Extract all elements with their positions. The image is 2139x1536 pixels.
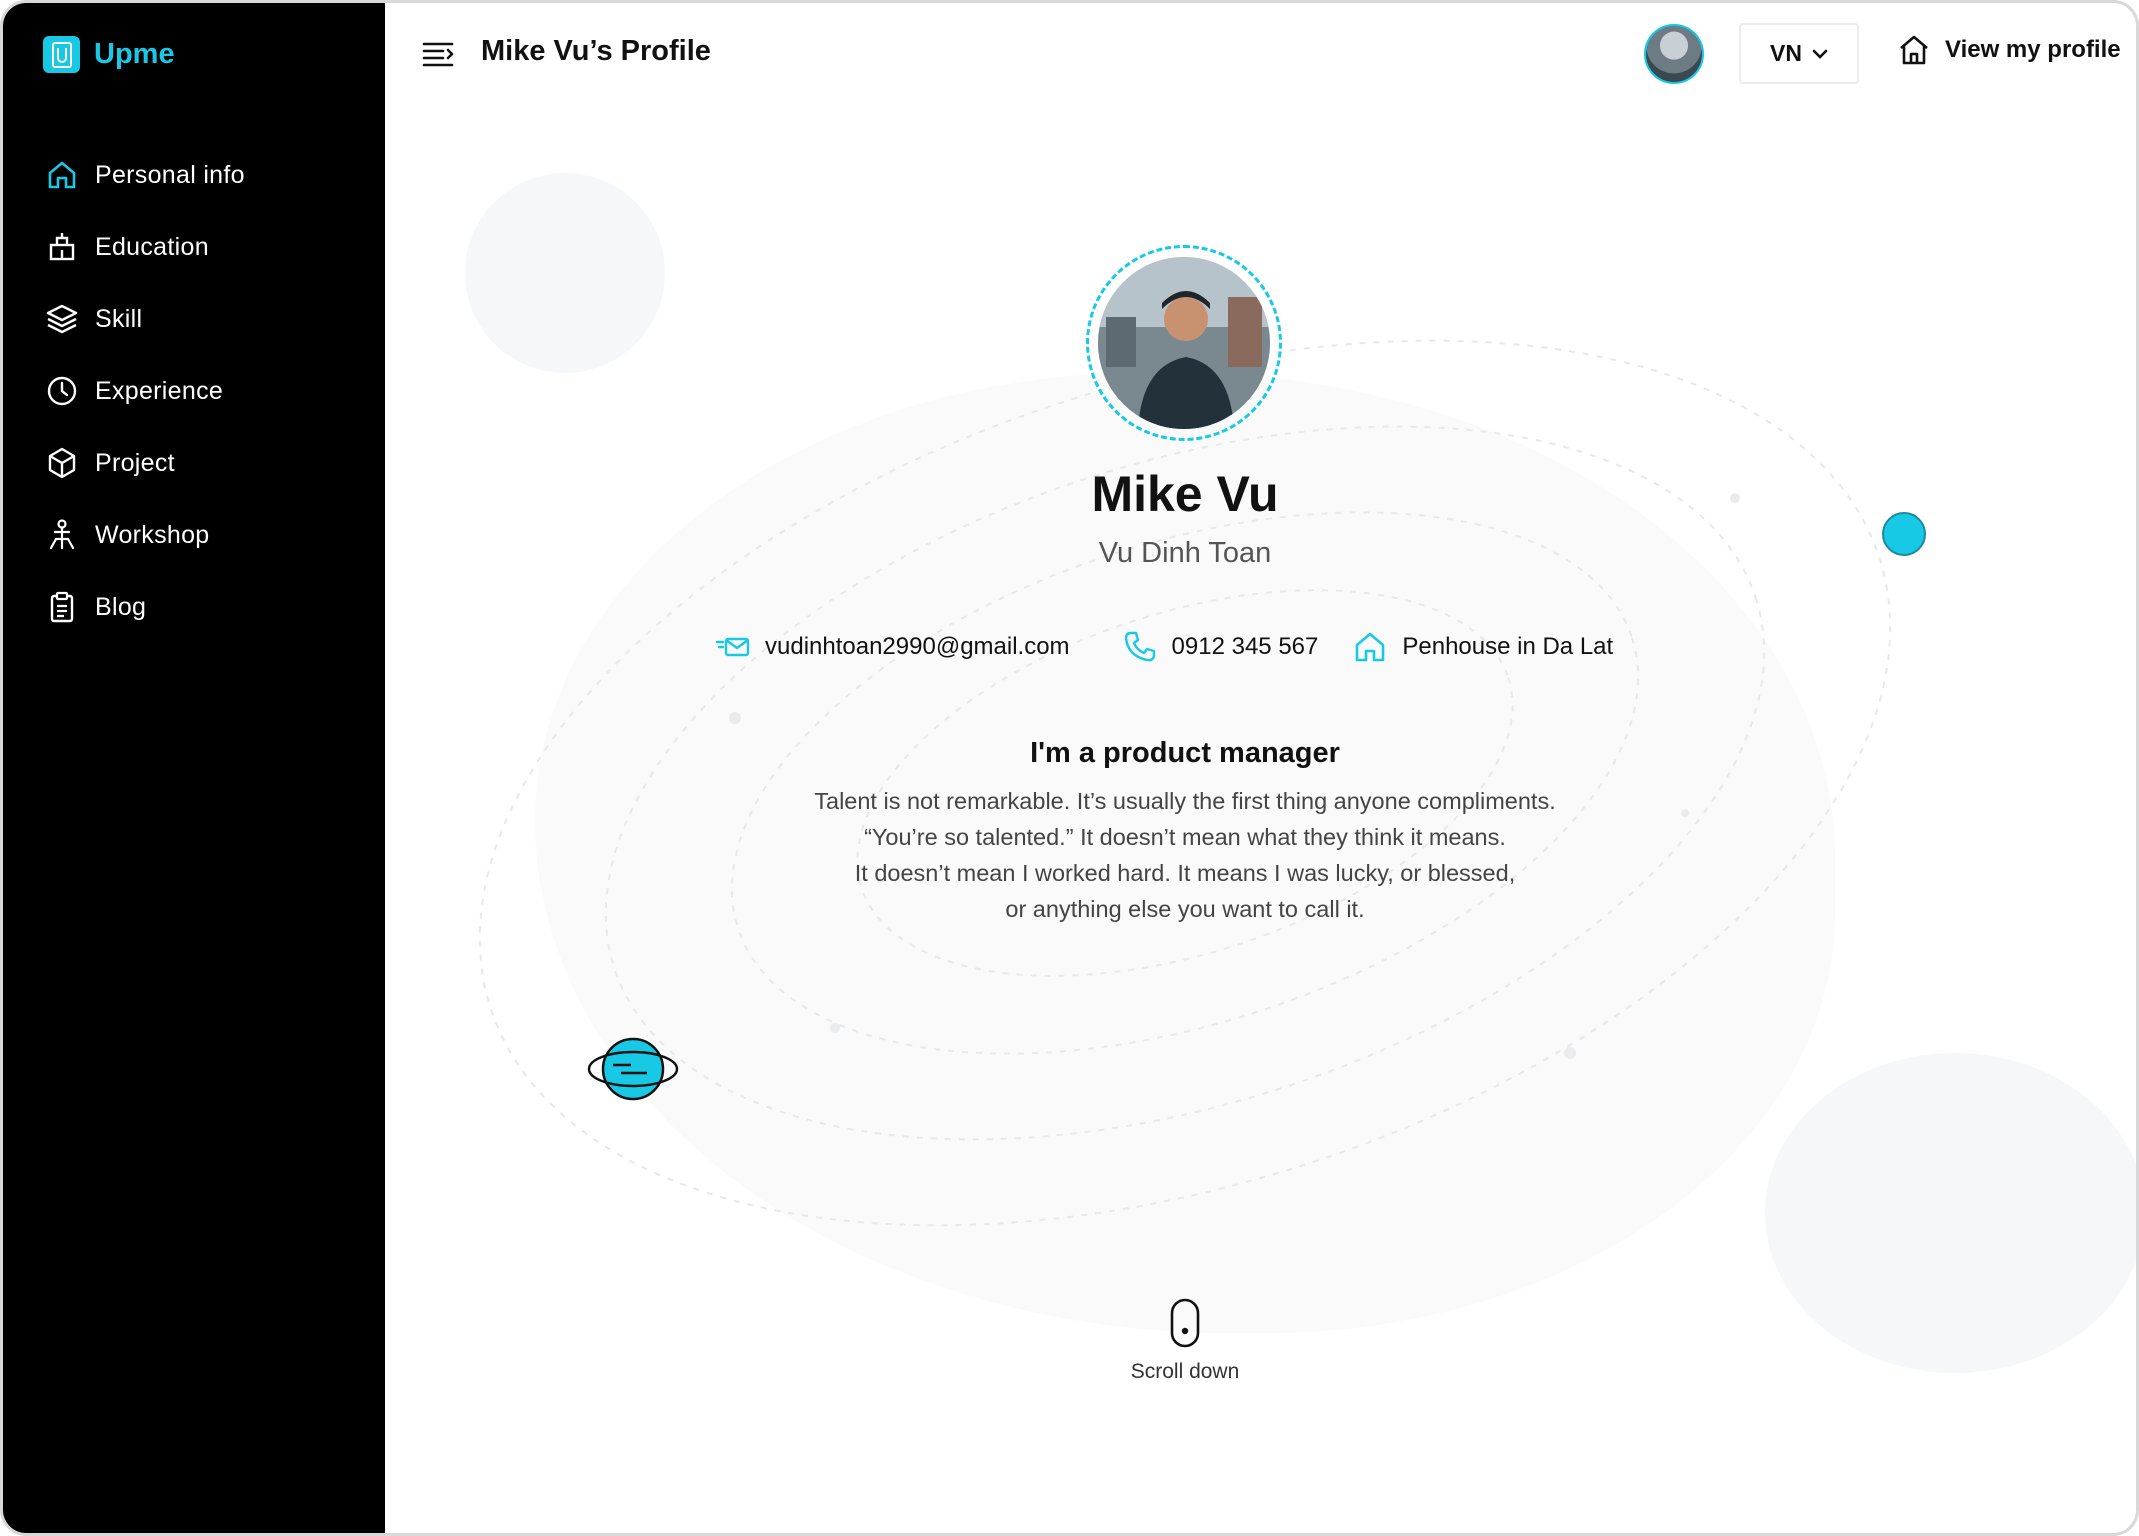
sidebar-item-personal-info[interactable]: Personal info: [45, 139, 365, 211]
profile-name: Mike Vu: [1091, 466, 1279, 522]
mouse-scroll-icon[interactable]: [1169, 1298, 1201, 1348]
view-my-profile-link[interactable]: View my profile: [1897, 33, 2121, 67]
clipboard-icon: [50, 591, 74, 623]
contact-phone[interactable]: 0912 345 567: [1122, 629, 1319, 665]
education-icon: [49, 233, 75, 261]
sidebar-item-label: Personal info: [95, 160, 245, 189]
profile-photo: [1098, 257, 1270, 429]
home-icon: [48, 161, 76, 189]
brand-name: Upme: [94, 38, 175, 70]
email-text: vudinhtoan2990@gmail.com: [765, 633, 1070, 660]
contact-email[interactable]: vudinhtoan2990@gmail.com: [715, 629, 1070, 665]
email-icon: [715, 637, 750, 657]
sidebar-item-label: Workshop: [95, 520, 210, 549]
profile-avatar[interactable]: [1086, 245, 1282, 441]
sidebar: Upme Personal info Education Skill Exper…: [3, 3, 385, 1533]
sidebar-item-label: Experience: [95, 376, 224, 405]
menu-toggle-icon[interactable]: [421, 39, 455, 67]
language-select[interactable]: VN: [1739, 23, 1859, 84]
workshop-icon: [49, 519, 75, 550]
brand-logo-icon: [43, 36, 80, 73]
sidebar-item-project[interactable]: Project: [45, 427, 365, 499]
sidebar-item-label: Skill: [95, 304, 143, 333]
page-title: Mike Vu’s Profile: [481, 35, 711, 67]
profile-hero: Mike Vu Vu Dinh Toan vudinhtoan2990@gmai…: [385, 103, 2136, 1533]
chevron-down-icon: [1812, 49, 1828, 59]
app-window: Upme Personal info Education Skill Exper…: [0, 0, 2139, 1536]
sidebar-item-workshop[interactable]: Workshop: [45, 499, 365, 571]
sidebar-item-blog[interactable]: Blog: [45, 571, 365, 643]
bio-line: “You’re so talented.” It doesn’t mean wh…: [864, 824, 1506, 850]
cube-icon: [48, 447, 76, 479]
brand[interactable]: Upme: [43, 36, 175, 73]
sidebar-item-education[interactable]: Education: [45, 211, 365, 283]
profile-headline: I'm a product manager: [1030, 737, 1340, 769]
contact-address[interactable]: Penhouse in Da Lat: [1352, 629, 1613, 665]
scroll-down-label: Scroll down: [1130, 1360, 1240, 1383]
bio-line: Talent is not remarkable. It’s usually t…: [814, 788, 1556, 814]
bio-line: It doesn’t mean I worked hard. It means …: [854, 860, 1516, 886]
user-avatar[interactable]: [1644, 24, 1704, 84]
top-header: Mike Vu’s Profile VN View my profile: [385, 3, 2136, 103]
bio-line: or anything else you want to call it.: [1005, 896, 1365, 922]
sidebar-item-experience[interactable]: Experience: [45, 355, 365, 427]
home-icon: [1900, 35, 1928, 65]
view-my-profile-label: View my profile: [1945, 36, 2121, 63]
sidebar-item-label: Education: [95, 232, 209, 261]
sidebar-item-skill[interactable]: Skill: [45, 283, 365, 355]
profile-bio: Talent is not remarkable. It’s usually t…: [685, 783, 1685, 927]
phone-icon: [1124, 631, 1155, 662]
address-text: Penhouse in Da Lat: [1402, 633, 1614, 660]
profile-full-name: Vu Dinh Toan: [1098, 537, 1272, 569]
layers-icon: [46, 304, 78, 334]
contact-info: vudinhtoan2990@gmail.com 0912 345 567 Pe…: [715, 629, 1613, 665]
language-value: VN: [1770, 40, 1802, 66]
sidebar-nav: Personal info Education Skill Experience…: [45, 139, 365, 643]
sidebar-item-label: Blog: [95, 592, 147, 621]
home-icon: [1356, 632, 1385, 662]
sidebar-item-label: Project: [95, 448, 175, 477]
planet-icon: [587, 1037, 679, 1101]
clock-icon: [47, 376, 77, 406]
phone-text: 0912 345 567: [1171, 633, 1319, 660]
